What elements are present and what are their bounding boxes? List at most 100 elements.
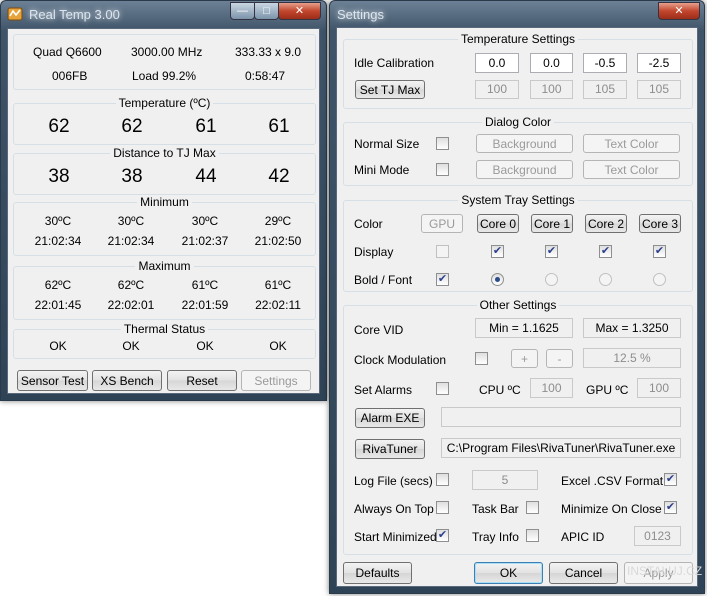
realtemp-titlebar[interactable]: Real Temp 3.00 — □ ✕ bbox=[1, 1, 326, 27]
alarm-exe-button[interactable]: Alarm EXE bbox=[355, 408, 425, 428]
mini-mode-label: Mini Mode bbox=[354, 163, 410, 177]
core-vid-label: Core VID bbox=[354, 323, 404, 337]
font-radio-core0[interactable] bbox=[491, 273, 504, 286]
watermark: INSTALUJ.CZ bbox=[627, 564, 703, 578]
display-core1-checkbox[interactable]: ✔ bbox=[545, 245, 558, 258]
tj-max-core2[interactable]: 105 bbox=[583, 80, 627, 99]
minimize-button[interactable]: — bbox=[230, 2, 255, 20]
bold-font-checkbox[interactable]: ✔ bbox=[436, 273, 449, 286]
other-settings-group: Other Settings Core VID Min = 1.1625 Max… bbox=[343, 298, 693, 555]
font-radio-core3[interactable] bbox=[653, 273, 666, 286]
clock-modulation-value[interactable]: 12.5 % bbox=[583, 348, 681, 368]
alarm-exe-path[interactable] bbox=[441, 407, 681, 427]
log-file-checkbox[interactable] bbox=[436, 473, 449, 486]
clock-plus-button[interactable]: + bbox=[511, 349, 538, 368]
excel-csv-label: Excel .CSV Format bbox=[561, 474, 664, 488]
rivatuner-path[interactable]: C:\Program Files\RivaTuner\RivaTuner.exe bbox=[441, 438, 681, 458]
system-tray-title: System Tray Settings bbox=[344, 193, 692, 207]
cpu-stepping: 006FB bbox=[52, 69, 88, 83]
tray-color-label: Color bbox=[354, 217, 383, 231]
thermal-core1: OK bbox=[122, 339, 140, 353]
max-temp-core1: 62ºC bbox=[117, 278, 145, 292]
minimum-group: Minimum 30ºC 30ºC 30ºC 29ºC 21:02:34 21:… bbox=[13, 195, 316, 256]
set-tj-max-button[interactable]: Set TJ Max bbox=[355, 80, 425, 99]
mini-mode-checkbox[interactable] bbox=[436, 163, 449, 176]
sensor-test-button[interactable]: Sensor Test bbox=[17, 370, 88, 391]
normal-text-color-button[interactable]: Text Color bbox=[583, 134, 680, 153]
idle-cal-core3[interactable]: -2.5 bbox=[637, 53, 681, 73]
tray-core2-button[interactable]: Core 2 bbox=[585, 214, 627, 233]
mini-background-button[interactable]: Background bbox=[476, 160, 573, 179]
set-alarms-checkbox[interactable] bbox=[436, 382, 449, 395]
temperature-settings-group: Temperature Settings Idle Calibration 0.… bbox=[343, 32, 693, 109]
minimize-on-close-checkbox[interactable]: ✔ bbox=[664, 501, 677, 514]
log-file-seconds[interactable]: 5 bbox=[472, 470, 538, 490]
min-temp-core3: 29ºC bbox=[264, 214, 292, 228]
mini-text-color-button[interactable]: Text Color bbox=[583, 160, 680, 179]
clock-minus-button[interactable]: - bbox=[546, 349, 573, 368]
close-button[interactable]: ✕ bbox=[278, 2, 321, 20]
settings-client: Temperature Settings Idle Calibration 0.… bbox=[336, 27, 702, 587]
idle-cal-core1[interactable]: 0.0 bbox=[530, 53, 573, 73]
min-time-core0: 21:02:34 bbox=[34, 234, 82, 248]
normal-background-button[interactable]: Background bbox=[476, 134, 573, 153]
max-temp-core3: 61ºC bbox=[264, 278, 292, 292]
temp-core2: 61 bbox=[195, 116, 217, 137]
clock-modulation-checkbox[interactable] bbox=[475, 352, 488, 365]
cpu-multiplier: 333.33 x 9.0 bbox=[235, 45, 302, 59]
idle-cal-core2[interactable]: -0.5 bbox=[583, 53, 627, 73]
gpu-alarm-input[interactable]: 100 bbox=[637, 378, 681, 398]
xs-bench-button[interactable]: XS Bench bbox=[92, 370, 162, 391]
settings-button[interactable]: Settings bbox=[241, 370, 311, 391]
clock-modulation-label: Clock Modulation bbox=[354, 353, 447, 367]
idle-cal-core0[interactable]: 0.0 bbox=[475, 53, 519, 73]
tj-max-core3[interactable]: 105 bbox=[637, 80, 681, 99]
maximize-button[interactable]: □ bbox=[254, 2, 279, 20]
tray-core0-button[interactable]: Core 0 bbox=[477, 214, 519, 233]
display-core0-checkbox[interactable]: ✔ bbox=[491, 245, 504, 258]
display-gpu-checkbox[interactable] bbox=[436, 245, 449, 258]
minimize-on-close-label: Minimize On Close bbox=[561, 502, 662, 516]
font-radio-core2[interactable] bbox=[599, 273, 612, 286]
cancel-button[interactable]: Cancel bbox=[549, 562, 618, 584]
tray-info-checkbox[interactable] bbox=[526, 529, 539, 542]
apic-id-value: 0123 bbox=[634, 526, 681, 546]
rivatuner-button[interactable]: RivaTuner bbox=[355, 439, 425, 459]
defaults-button[interactable]: Defaults bbox=[343, 562, 412, 584]
close-icon: ✕ bbox=[674, 5, 684, 17]
task-bar-label: Task Bar bbox=[472, 502, 519, 516]
font-radio-core1[interactable] bbox=[545, 273, 558, 286]
other-settings-title: Other Settings bbox=[344, 298, 692, 312]
cpu-alarm-input[interactable]: 100 bbox=[530, 378, 573, 398]
realtemp-window: Real Temp 3.00 — □ ✕ Quad Q6600 3000.00 … bbox=[0, 0, 327, 401]
always-on-top-checkbox[interactable] bbox=[436, 501, 449, 514]
start-minimized-checkbox[interactable]: ✔ bbox=[436, 529, 449, 542]
temperature-group: Temperature (ºC) 62 62 61 61 bbox=[13, 96, 316, 145]
settings-titlebar[interactable]: Settings ✕ bbox=[330, 1, 704, 27]
core-vid-min: Min = 1.1625 bbox=[475, 318, 573, 338]
min-time-core3: 21:02:50 bbox=[254, 234, 302, 248]
gpu-alarm-label: GPU ºC bbox=[586, 383, 629, 397]
thermal-status-title: Thermal Status bbox=[14, 322, 315, 336]
core-vid-max: Max = 1.3250 bbox=[583, 318, 681, 338]
tray-core1-button[interactable]: Core 1 bbox=[531, 214, 573, 233]
tray-core3-button[interactable]: Core 3 bbox=[639, 214, 681, 233]
system-tray-group: System Tray Settings Color GPU Core 0 Co… bbox=[343, 193, 693, 292]
tray-bold-font-label: Bold / Font bbox=[354, 273, 413, 287]
settings-close-button[interactable]: ✕ bbox=[658, 2, 700, 20]
tj-max-core0[interactable]: 100 bbox=[475, 80, 519, 99]
maximum-title: Maximum bbox=[14, 259, 315, 273]
min-temp-core0: 30ºC bbox=[44, 214, 72, 228]
display-core2-checkbox[interactable]: ✔ bbox=[599, 245, 612, 258]
ok-button[interactable]: OK bbox=[474, 562, 543, 584]
tj-max-core1[interactable]: 100 bbox=[530, 80, 573, 99]
excel-csv-checkbox[interactable]: ✔ bbox=[664, 473, 677, 486]
min-time-core1: 21:02:34 bbox=[107, 234, 155, 248]
display-core3-checkbox[interactable]: ✔ bbox=[653, 245, 666, 258]
normal-size-checkbox[interactable] bbox=[436, 137, 449, 150]
task-bar-checkbox[interactable] bbox=[526, 501, 539, 514]
reset-button[interactable]: Reset bbox=[167, 370, 237, 391]
thermometer-icon bbox=[7, 7, 23, 21]
settings-window: Settings ✕ Temperature Settings Idle Cal… bbox=[329, 0, 705, 594]
tray-gpu-button[interactable]: GPU bbox=[421, 214, 463, 233]
